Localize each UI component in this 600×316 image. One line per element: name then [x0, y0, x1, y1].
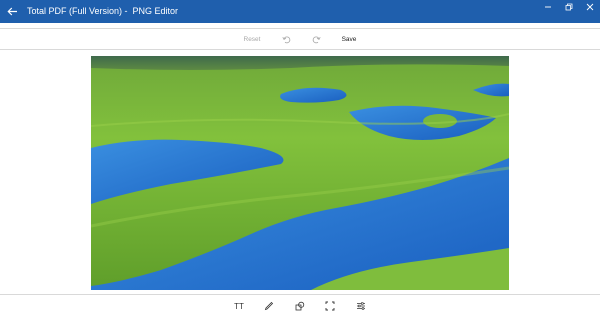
pen-icon: [264, 301, 274, 311]
minimize-icon: [545, 6, 551, 8]
text-tool-icon: TT: [234, 301, 244, 311]
back-button[interactable]: [0, 0, 24, 23]
tools-toolbar: TT: [0, 294, 600, 316]
draw-tool-button[interactable]: [259, 297, 279, 315]
redo-icon: [312, 35, 321, 43]
save-label: Save: [341, 35, 357, 43]
adjust-sliders-icon: [357, 302, 365, 310]
redo-button[interactable]: [307, 29, 325, 49]
adjust-tool-button[interactable]: [351, 297, 371, 315]
restore-icon: [565, 3, 573, 11]
arrow-left-icon: [6, 7, 17, 16]
crop-tool-button[interactable]: [320, 297, 340, 315]
save-button[interactable]: Save: [336, 29, 362, 49]
undo-icon: [281, 35, 290, 43]
edit-toolbar: Reset Save: [0, 28, 600, 50]
shapes-icon: [295, 301, 305, 311]
shapes-tool-button[interactable]: [290, 297, 310, 315]
text-tool-button[interactable]: TT: [229, 297, 249, 315]
crop-icon: [325, 301, 335, 311]
reset-label: Reset: [243, 35, 261, 43]
title-bar: Total PDF (Full Version) - PNG Editor: [0, 0, 600, 23]
reset-button[interactable]: Reset: [238, 29, 266, 49]
edited-image[interactable]: [91, 56, 509, 290]
marsh-photo: [91, 56, 509, 290]
close-button[interactable]: [578, 0, 600, 14]
undo-button[interactable]: [277, 29, 295, 49]
close-icon: [586, 3, 594, 11]
window-title: Total PDF (Full Version) - PNG Editor: [27, 6, 179, 16]
